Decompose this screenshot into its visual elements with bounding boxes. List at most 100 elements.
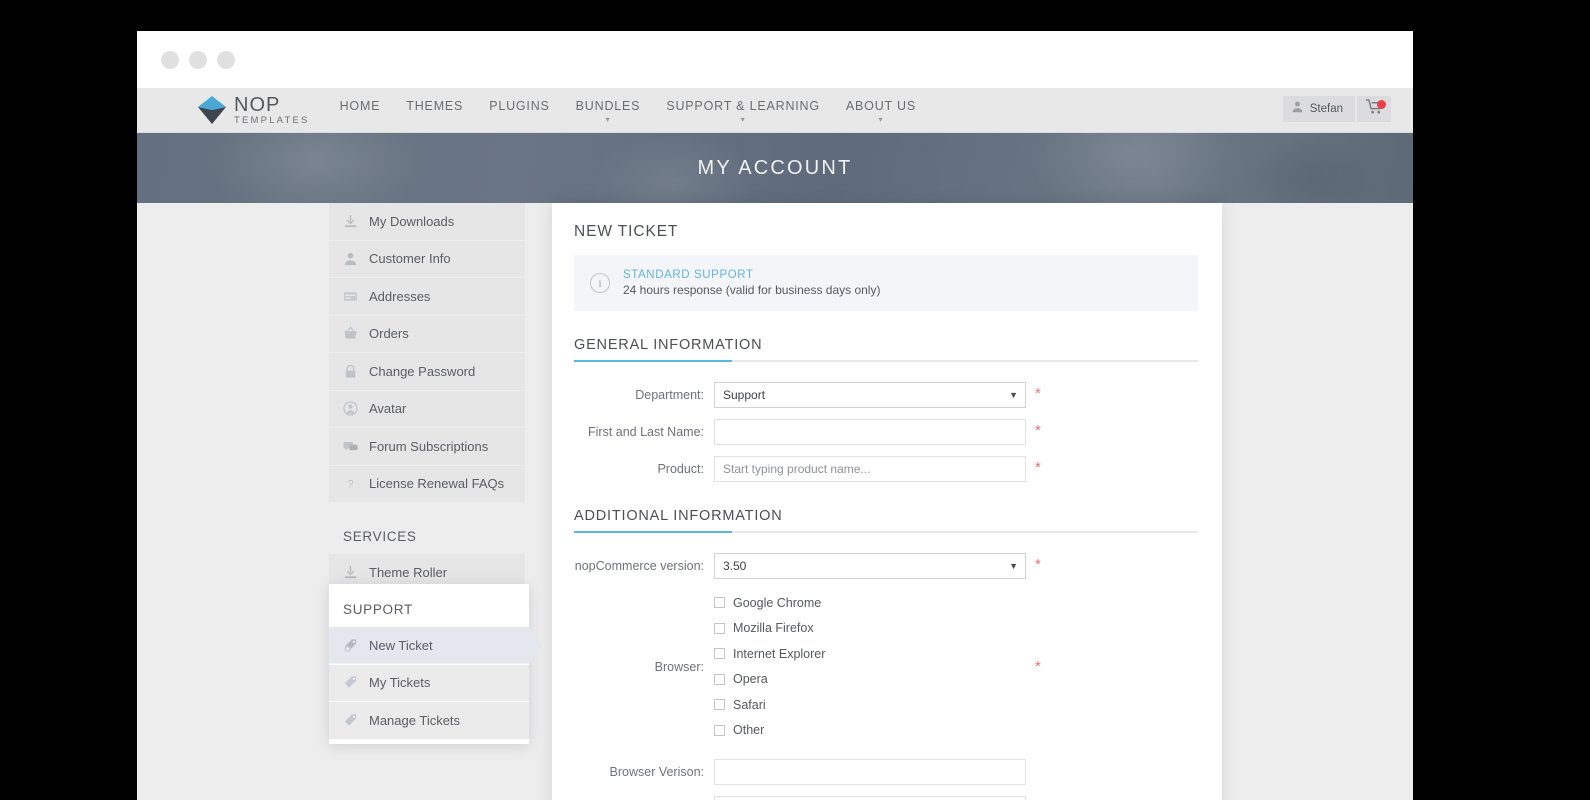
nav-label: THEMES bbox=[406, 99, 463, 113]
nop-version-select[interactable]: 3.50 ▼ bbox=[714, 553, 1026, 579]
checkbox-opera[interactable]: Opera bbox=[714, 667, 1026, 693]
browser-window: NOP TEMPLATES HOME THEMES PLUGINS BUNDLE… bbox=[137, 31, 1413, 800]
window-minimize-button[interactable] bbox=[189, 51, 207, 69]
sidebar-item-change-password[interactable]: Change Password bbox=[329, 353, 525, 390]
field-row-product-version: Product Version : Your downloaded packag… bbox=[574, 796, 1198, 800]
checkbox-box-icon bbox=[714, 699, 725, 710]
nav-label: PLUGINS bbox=[489, 99, 549, 113]
ticket-plus-icon bbox=[343, 638, 358, 653]
nop-diamond-icon bbox=[195, 93, 229, 127]
department-select[interactable]: Support ▼ bbox=[714, 382, 1026, 408]
product-input[interactable]: Start typing product name... bbox=[714, 456, 1026, 482]
window-close-button[interactable] bbox=[161, 51, 179, 69]
sidebar-item-label: My Tickets bbox=[369, 675, 430, 690]
browser-titlebar bbox=[137, 31, 1413, 88]
chevron-down-icon: ▼ bbox=[1009, 561, 1018, 571]
sidebar-item-label: Orders bbox=[369, 326, 409, 341]
svg-text:?: ? bbox=[347, 479, 353, 491]
support-plan-name: STANDARD SUPPORT bbox=[623, 269, 880, 281]
field-row-browser: Browser: Google Chrome Mozilla Firefox bbox=[574, 590, 1198, 743]
cart-badge bbox=[1377, 100, 1386, 109]
required-asterisk: * bbox=[1035, 553, 1041, 573]
full-name-input[interactable] bbox=[714, 419, 1026, 445]
checkbox-other[interactable]: Other bbox=[714, 718, 1026, 744]
window-maximize-button[interactable] bbox=[217, 51, 235, 69]
required-asterisk: * bbox=[1035, 456, 1041, 476]
sidebar-item-label: License Renewal FAQs bbox=[369, 476, 504, 491]
account-sidebar: My Downloads Customer Info bbox=[329, 203, 525, 592]
page-title: MY ACCOUNT bbox=[698, 157, 853, 180]
sidebar-item-orders[interactable]: Orders bbox=[329, 316, 525, 353]
nav-item-bundles[interactable]: BUNDLES ▾ bbox=[576, 97, 641, 124]
department-label: Department: bbox=[574, 382, 714, 402]
checkbox-label: Google Chrome bbox=[733, 596, 821, 610]
sidebar-item-my-tickets[interactable]: My Tickets bbox=[329, 665, 529, 702]
nav-item-themes[interactable]: THEMES bbox=[406, 97, 463, 113]
checkbox-google-chrome[interactable]: Google Chrome bbox=[714, 590, 1026, 616]
nav-item-home[interactable]: HOME bbox=[340, 97, 381, 113]
sidebar-item-addresses[interactable]: Addresses bbox=[329, 278, 525, 315]
required-asterisk: * bbox=[1035, 419, 1041, 439]
checkbox-label: Other bbox=[733, 723, 764, 737]
checkbox-label: Opera bbox=[733, 672, 768, 686]
logo-name: NOP bbox=[234, 94, 280, 116]
chevron-down-icon: ▾ bbox=[666, 116, 820, 124]
user-name-label: Stefan bbox=[1310, 103, 1343, 115]
chevron-down-icon: ▼ bbox=[1009, 390, 1018, 400]
checkbox-box-icon bbox=[714, 674, 725, 685]
sidebar-item-label: Theme Roller bbox=[369, 565, 447, 580]
sidebar-item-avatar[interactable]: Avatar bbox=[329, 391, 525, 428]
checkbox-safari[interactable]: Safari bbox=[714, 692, 1026, 718]
checkbox-box-icon bbox=[714, 597, 725, 608]
nav-item-support-learning[interactable]: SUPPORT & LEARNING ▾ bbox=[666, 97, 820, 124]
question-icon: ? bbox=[343, 476, 358, 491]
ticket-icon bbox=[343, 713, 358, 728]
section-heading-general-information: GENERAL INFORMATION bbox=[574, 337, 1198, 362]
basket-icon bbox=[343, 326, 358, 341]
field-row-browser-version: Browser Verison: bbox=[574, 759, 1198, 785]
sidebar-item-label: Addresses bbox=[369, 289, 430, 304]
info-icon: i bbox=[590, 273, 610, 293]
user-icon bbox=[343, 251, 358, 266]
header-account-area: Stefan bbox=[1283, 96, 1391, 122]
site-logo[interactable]: NOP TEMPLATES bbox=[195, 93, 310, 127]
ticket-icon bbox=[343, 675, 358, 690]
sidebar-heading-support: SUPPORT bbox=[329, 584, 529, 627]
nav-item-about-us[interactable]: ABOUT US ▾ bbox=[846, 97, 916, 124]
cart-button[interactable] bbox=[1357, 96, 1391, 122]
checkbox-box-icon bbox=[714, 725, 725, 736]
browser-version-input[interactable] bbox=[714, 759, 1026, 785]
product-version-input[interactable]: Your downloaded package version i.e 3.4.… bbox=[714, 796, 1026, 800]
full-name-label: First and Last Name: bbox=[574, 419, 714, 439]
nop-version-label: nopCommerce version: bbox=[574, 553, 714, 573]
nav-label: SUPPORT & LEARNING bbox=[666, 99, 820, 113]
sidebar-item-manage-tickets[interactable]: Manage Tickets bbox=[329, 702, 529, 739]
required-asterisk: * bbox=[1035, 658, 1041, 675]
field-row-nop-version: nopCommerce version: 3.50 ▼ * bbox=[574, 553, 1198, 579]
sidebar-item-my-downloads[interactable]: My Downloads bbox=[329, 203, 525, 240]
checkbox-internet-explorer[interactable]: Internet Explorer bbox=[714, 641, 1026, 667]
sidebar-item-label: Customer Info bbox=[369, 251, 451, 266]
sidebar-item-new-ticket[interactable]: New Ticket bbox=[329, 627, 542, 664]
support-plan-banner: i STANDARD SUPPORT 24 hours response (va… bbox=[574, 255, 1198, 311]
required-asterisk: * bbox=[1035, 382, 1041, 402]
checkbox-mozilla-firefox[interactable]: Mozilla Firefox bbox=[714, 616, 1026, 642]
chevron-down-icon: ▾ bbox=[846, 116, 916, 124]
checkbox-label: Internet Explorer bbox=[733, 647, 825, 661]
field-row-full-name: First and Last Name: * bbox=[574, 419, 1198, 445]
sidebar-item-label: My Downloads bbox=[369, 214, 454, 229]
sidebar-item-forum-subscriptions[interactable]: Forum Subscriptions bbox=[329, 428, 525, 465]
nav-item-plugins[interactable]: PLUGINS bbox=[489, 97, 549, 113]
sidebar-item-label: Avatar bbox=[369, 401, 406, 416]
sidebar-item-label: Forum Subscriptions bbox=[369, 439, 488, 454]
sidebar-item-customer-info[interactable]: Customer Info bbox=[329, 241, 525, 278]
account-button[interactable]: Stefan bbox=[1283, 96, 1355, 122]
download-icon bbox=[343, 214, 358, 229]
chevron-down-icon: ▾ bbox=[576, 116, 641, 124]
browser-label: Browser: bbox=[574, 660, 714, 674]
checkbox-box-icon bbox=[714, 623, 725, 634]
nav-label: BUNDLES bbox=[576, 99, 641, 113]
sidebar-item-license-renewal-faqs[interactable]: ? License Renewal FAQs bbox=[329, 466, 525, 503]
page-content: My Downloads Customer Info bbox=[137, 203, 1413, 800]
section-heading-additional-information: ADDITIONAL INFORMATION bbox=[574, 508, 1198, 533]
